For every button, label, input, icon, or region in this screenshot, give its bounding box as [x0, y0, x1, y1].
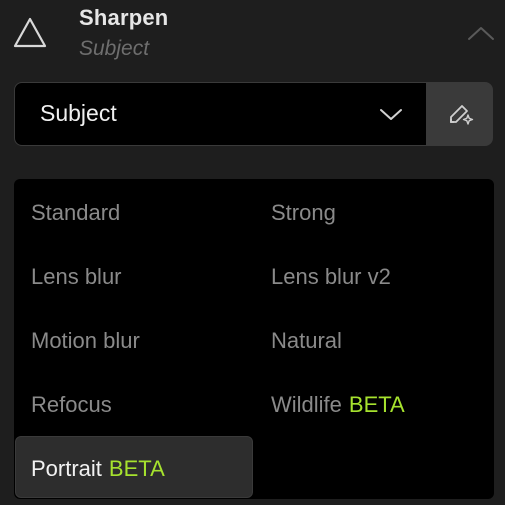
- option-lens-blur-v2[interactable]: Lens blur v2: [255, 247, 487, 303]
- mode-select[interactable]: Subject: [14, 82, 427, 146]
- option-label-wrap: Wildlife BETA: [271, 392, 405, 418]
- chevron-up-icon[interactable]: [466, 22, 496, 44]
- option-refocus[interactable]: Refocus: [15, 375, 247, 431]
- option-label: Lens blur: [31, 264, 122, 289]
- chevron-down-icon: [380, 109, 402, 120]
- option-strong[interactable]: Strong: [255, 183, 487, 239]
- brush-button[interactable]: [427, 82, 493, 146]
- option-label: Standard: [31, 200, 121, 225]
- panel-title: Sharpen: [79, 5, 169, 30]
- option-label: Wildlife: [271, 392, 342, 417]
- option-label: Refocus: [31, 392, 112, 417]
- option-label: Lens blur v2: [271, 264, 391, 289]
- mode-select-value: Subject: [40, 100, 117, 126]
- panel-header: Sharpen Subject: [0, 0, 505, 70]
- option-lens-blur[interactable]: Lens blur: [15, 247, 247, 303]
- beta-badge: BETA: [348, 392, 405, 417]
- option-motion-blur[interactable]: Motion blur: [15, 311, 247, 367]
- panel-subtitle: Subject: [79, 37, 150, 60]
- option-label: Natural: [271, 328, 342, 353]
- option-natural[interactable]: Natural: [255, 311, 487, 367]
- option-label: Portrait: [31, 456, 102, 481]
- option-label-wrap: Portrait BETA: [31, 456, 165, 482]
- brush-sparkle-icon: [450, 105, 474, 125]
- option-label: Strong: [271, 200, 336, 225]
- option-wildlife[interactable]: Wildlife BETA: [255, 375, 487, 431]
- triangle-icon: [13, 17, 47, 48]
- model-dropdown: Standard Strong Lens blur Lens blur v2 M…: [14, 179, 494, 499]
- mode-select-row: Subject: [14, 82, 494, 146]
- option-label: Motion blur: [31, 328, 140, 353]
- option-portrait[interactable]: Portrait BETA: [15, 436, 253, 498]
- option-standard[interactable]: Standard: [15, 183, 247, 239]
- beta-badge: BETA: [108, 456, 165, 481]
